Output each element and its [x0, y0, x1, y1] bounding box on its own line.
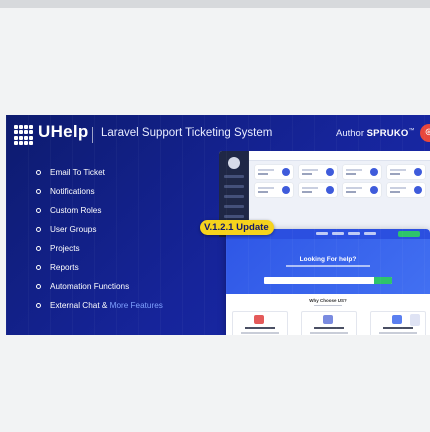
stat-card: [299, 165, 337, 179]
nav-cta-button: [398, 231, 420, 237]
top-strip: [0, 0, 430, 8]
more-features-link[interactable]: More Features: [110, 301, 163, 310]
help-title: Looking For help?: [299, 256, 357, 263]
version-update-badge: V.1.2.1 Update: [200, 220, 274, 235]
feature-item: External Chat & More Features: [36, 300, 163, 319]
side-widget: [410, 314, 420, 326]
feature-icon: [392, 315, 402, 324]
uhelp-logo-icon: [14, 125, 34, 145]
help-page-preview: Looking For help? Why Choose US?: [226, 229, 430, 335]
trademark-symbol: ™: [408, 128, 415, 134]
stat-card: [343, 165, 381, 179]
author-name: SPRUKO: [366, 128, 409, 139]
feature-item: Email To Ticket: [36, 167, 163, 186]
dashboard-topbar: [249, 151, 430, 161]
avatar: [228, 157, 240, 169]
feature-item: Reports: [36, 262, 163, 281]
title-divider: [92, 127, 93, 143]
feature-icon: [323, 315, 333, 324]
product-banner[interactable]: UHelp Laravel Support Ticketing System A…: [6, 115, 430, 335]
author-logo-icon: ⊛: [420, 124, 430, 142]
feature-box: [301, 311, 357, 335]
author-prefix: Author: [336, 128, 364, 139]
feature-item: Automation Functions: [36, 281, 163, 300]
stat-card: [343, 183, 381, 197]
stat-card: [255, 183, 293, 197]
author-credit: Author SPRUKO™: [336, 128, 415, 139]
feature-list: Email To Ticket Notifications Custom Rol…: [36, 167, 163, 319]
feature-item: Notifications: [36, 186, 163, 205]
help-hero: Looking For help?: [226, 239, 430, 294]
why-choose-heading: Why Choose US?: [309, 298, 347, 303]
feature-item: Custom Roles: [36, 205, 163, 224]
feature-item: Projects: [36, 243, 163, 262]
stat-card: [299, 183, 337, 197]
feature-item: User Groups: [36, 224, 163, 243]
stat-card: [255, 165, 293, 179]
banner-subtitle: Laravel Support Ticketing System: [101, 127, 273, 139]
brand-name: UHelp: [38, 122, 89, 141]
help-search-bar: [264, 277, 392, 284]
stat-card: [387, 165, 425, 179]
feature-box: [232, 311, 288, 335]
feature-icon: [254, 315, 264, 324]
stat-card: [387, 183, 425, 197]
